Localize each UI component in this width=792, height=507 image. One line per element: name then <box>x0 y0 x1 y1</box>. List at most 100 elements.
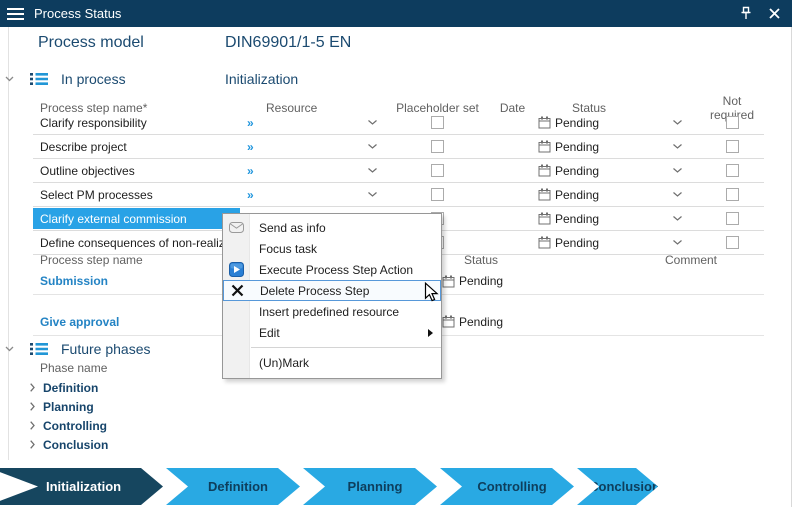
resource-dropdown-icon[interactable] <box>368 120 377 125</box>
expand-chevron-icon[interactable] <box>30 440 35 449</box>
phase-chevron-controlling[interactable]: Controlling <box>440 468 574 505</box>
table-row[interactable]: Describe project » Pending <box>33 135 764 159</box>
resource-dropdown-icon[interactable] <box>368 192 377 197</box>
resource-dropdown-icon[interactable] <box>368 144 377 149</box>
process-model-label: Process model <box>38 34 144 52</box>
phase-name[interactable]: Conclusion <box>43 438 108 452</box>
resource-link[interactable]: » <box>247 164 254 178</box>
step-name[interactable]: Clarify external commission <box>33 208 240 229</box>
collapse-chevron-icon[interactable] <box>5 346 14 352</box>
status-value: Pending <box>555 188 599 202</box>
not-required-checkbox[interactable] <box>726 212 739 225</box>
collapse-chevron-icon[interactable] <box>5 76 14 82</box>
play-action-icon <box>228 262 244 277</box>
not-required-checkbox[interactable] <box>726 188 739 201</box>
pin-icon[interactable] <box>738 6 754 22</box>
phase-chevron-planning[interactable]: Planning <box>303 468 437 505</box>
phase-chevron-definition[interactable]: Definition <box>166 468 300 505</box>
panel-title: Process Status <box>34 6 121 21</box>
phase-chevron-conclusion[interactable]: Conclusion <box>577 468 658 505</box>
section-phase: Initialization <box>225 71 298 87</box>
status-value: Pending <box>555 164 599 178</box>
titlebar: Process Status <box>0 0 792 27</box>
section-in-process: In process Initialization <box>0 68 784 90</box>
calendar-icon <box>538 188 551 201</box>
placeholder-checkbox[interactable] <box>431 188 444 201</box>
col-comment: Comment <box>640 253 764 267</box>
menu-item-unmark[interactable]: (Un)Mark <box>223 352 441 373</box>
table-row[interactable]: Outline objectives » Pending <box>33 159 764 183</box>
phase-chevron-initialization[interactable]: Initialization <box>0 468 163 505</box>
status-value: Pending <box>459 274 503 288</box>
not-required-checkbox[interactable] <box>726 236 739 249</box>
list-icon <box>30 72 48 86</box>
resource-link[interactable]: » <box>247 188 254 202</box>
col-process-step-name: Process step name* <box>33 101 240 115</box>
phase-row[interactable]: Planning <box>30 397 108 416</box>
menu-item-delete-process-step[interactable]: Delete Process Step <box>223 280 441 301</box>
calendar-icon <box>538 140 551 153</box>
menu-item-focus-task[interactable]: Focus task <box>223 238 441 259</box>
status-dropdown-icon[interactable] <box>673 192 682 197</box>
placeholder-checkbox[interactable] <box>431 116 444 129</box>
menu-item-send-as-info[interactable]: Send as info <box>223 217 441 238</box>
expand-chevron-icon[interactable] <box>30 402 35 411</box>
step-name[interactable]: Clarify responsibility <box>33 116 240 130</box>
calendar-icon <box>538 236 551 249</box>
not-required-checkbox[interactable] <box>726 116 739 129</box>
not-required-checkbox[interactable] <box>726 164 739 177</box>
phase-row[interactable]: Definition <box>30 378 108 397</box>
phase-row[interactable]: Controlling <box>30 416 108 435</box>
col-status: Status <box>440 253 640 267</box>
status-dropdown-icon[interactable] <box>673 168 682 173</box>
section-title: In process <box>61 71 126 87</box>
col-placeholder-set: Placeholder set <box>385 101 490 115</box>
col-date: Date <box>490 101 535 115</box>
phase-name[interactable]: Definition <box>43 381 98 395</box>
resource-link[interactable]: » <box>247 140 254 154</box>
calendar-icon <box>538 164 551 177</box>
future-phase-list: Definition Planning Controlling Conclusi… <box>30 378 108 454</box>
status-dropdown-icon[interactable] <box>673 216 682 221</box>
col-phase-name: Phase name <box>40 361 107 375</box>
close-icon[interactable] <box>766 6 782 22</box>
expand-chevron-icon[interactable] <box>30 421 35 430</box>
calendar-icon <box>442 275 455 288</box>
col-status: Status <box>535 101 700 115</box>
expand-chevron-icon[interactable] <box>30 383 35 392</box>
phase-row[interactable]: Conclusion <box>30 435 108 454</box>
menu-item-execute-process-step-action[interactable]: Execute Process Step Action <box>223 259 441 280</box>
section-title: Future phases <box>61 341 151 357</box>
status-dropdown-icon[interactable] <box>673 240 682 245</box>
step-name[interactable]: Select PM processes <box>33 188 240 202</box>
status-dropdown-icon[interactable] <box>673 120 682 125</box>
phase-name[interactable]: Controlling <box>43 419 107 433</box>
step-name[interactable]: Define consequences of non-realization <box>33 236 240 250</box>
hamburger-menu-icon[interactable] <box>7 8 24 20</box>
table-header-row: Process step name* Resource Placeholder … <box>33 94 764 111</box>
status-value: Pending <box>555 116 599 130</box>
placeholder-checkbox[interactable] <box>431 164 444 177</box>
submenu-arrow-icon <box>428 329 433 337</box>
list-icon <box>30 342 48 356</box>
status-dropdown-icon[interactable] <box>673 144 682 149</box>
delete-x-icon <box>229 284 245 297</box>
status-value: Pending <box>555 236 599 250</box>
step-name[interactable]: Describe project <box>33 140 240 154</box>
status-value: Pending <box>555 140 599 154</box>
table-row[interactable]: Select PM processes » Pending <box>33 183 764 207</box>
menu-item-edit[interactable]: Edit <box>223 322 441 343</box>
phase-name[interactable]: Planning <box>43 400 94 414</box>
status-value: Pending <box>459 315 503 329</box>
chevron-notch <box>0 468 38 505</box>
phase-progress-bar: Initialization Definition Planning Contr… <box>0 468 792 505</box>
calendar-icon <box>538 212 551 225</box>
placeholder-checkbox[interactable] <box>431 140 444 153</box>
status-value: Pending <box>555 212 599 226</box>
not-required-checkbox[interactable] <box>726 140 739 153</box>
resource-link[interactable]: » <box>247 116 254 130</box>
step-name[interactable]: Outline objectives <box>33 164 240 178</box>
menu-item-insert-predefined-resource[interactable]: Insert predefined resource <box>223 301 441 322</box>
panel-left-border <box>8 27 9 460</box>
resource-dropdown-icon[interactable] <box>368 168 377 173</box>
